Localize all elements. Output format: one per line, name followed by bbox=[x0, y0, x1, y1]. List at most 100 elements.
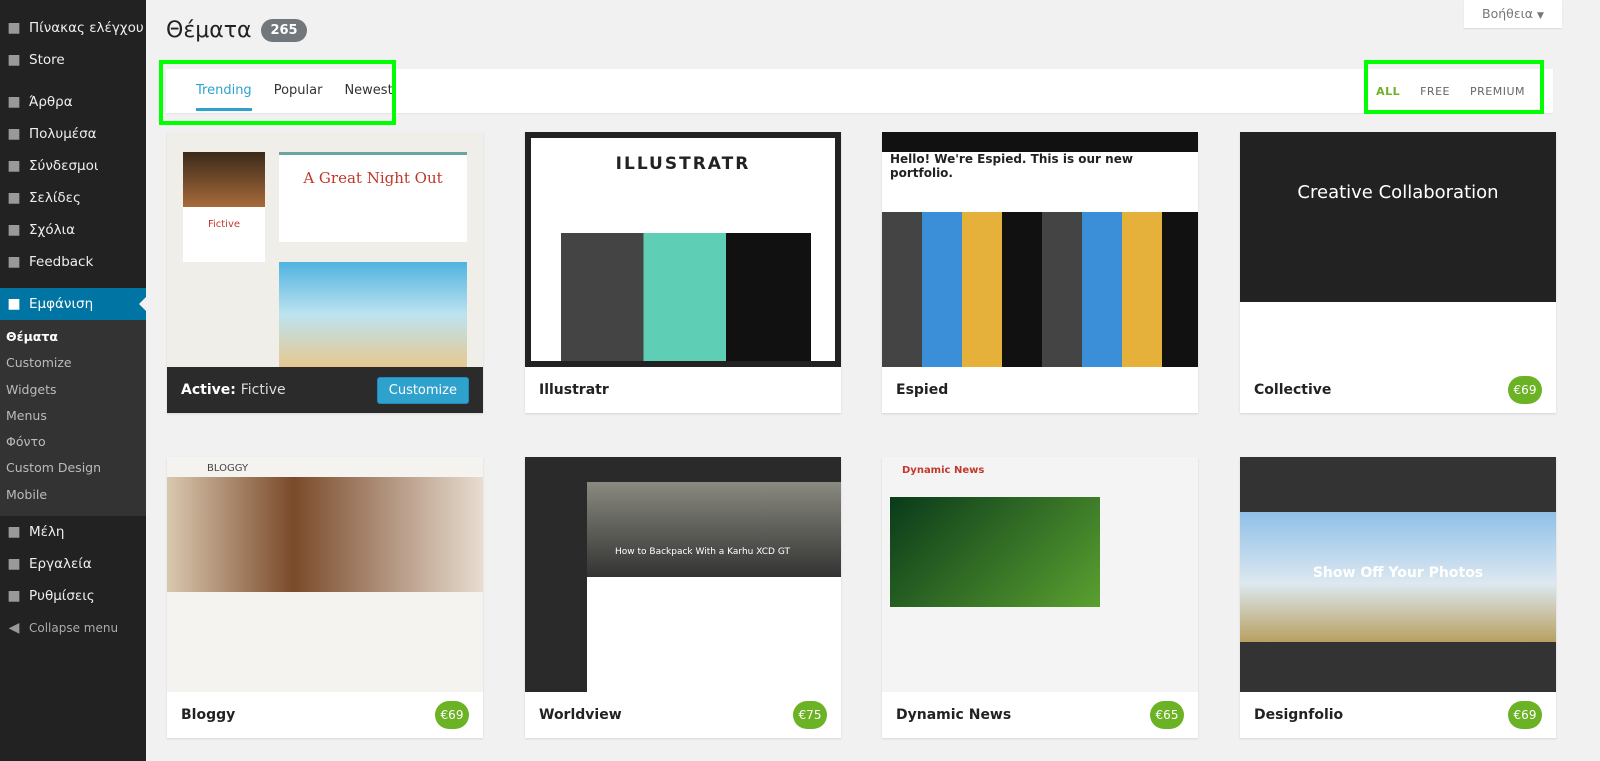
comments-icon: ■ bbox=[7, 222, 21, 238]
page-title: Θέματα 265 bbox=[166, 18, 307, 43]
theme-name: Espied bbox=[896, 382, 949, 398]
collapse-label: Collapse menu bbox=[29, 621, 119, 636]
theme-card[interactable]: ILLUSTRATR Illustratr bbox=[525, 132, 841, 413]
theme-screenshot: Creative Collaboration bbox=[1240, 132, 1556, 367]
theme-screenshot: Dynamic News bbox=[882, 457, 1198, 692]
sidebar-item-6[interactable]: ■ Σχόλια bbox=[0, 214, 146, 246]
filter-all[interactable]: ALL bbox=[1376, 69, 1400, 113]
link-icon: ■ bbox=[7, 158, 21, 174]
customize-button[interactable]: Customize bbox=[376, 376, 469, 404]
submenu-item-3[interactable]: Menus bbox=[0, 403, 146, 429]
tab-newest[interactable]: Newest bbox=[344, 69, 392, 113]
sidebar-item-label: Ρυθμίσεις bbox=[29, 588, 95, 605]
sidebar-item-1[interactable]: ■ Store bbox=[0, 44, 146, 76]
pages-icon: ■ bbox=[7, 190, 21, 206]
sidebar-item-label: Πολυμέσα bbox=[29, 126, 97, 142]
theme-headline: BLOGGY bbox=[207, 463, 249, 474]
wrench-icon: ■ bbox=[7, 556, 21, 573]
submenu-item-4[interactable]: Φόντο bbox=[0, 429, 146, 455]
price-badge: €65 bbox=[1150, 701, 1184, 729]
theme-name: Worldview bbox=[539, 707, 622, 723]
submenu-item-5[interactable]: Custom Design bbox=[0, 455, 146, 481]
theme-headline: Show Off Your Photos bbox=[1312, 565, 1484, 581]
sidebar-item-label: Store bbox=[29, 52, 65, 68]
theme-screenshot: BLOGGY bbox=[167, 457, 483, 692]
appearance-submenu: Θέματα Customize Widgets Menus Φόντο Custom D… bbox=[0, 320, 146, 517]
sidebar-item-label: Εργαλεία bbox=[29, 556, 92, 573]
theme-screenshot: Hello! We're Espied. This is our new por… bbox=[882, 132, 1198, 367]
filter-premium[interactable]: PREMIUM bbox=[1470, 69, 1525, 113]
theme-count-badge: 265 bbox=[261, 19, 307, 42]
submenu-item-0[interactable]: Θέματα bbox=[0, 324, 146, 350]
sidebar-item-3[interactable]: ■ Πολυμέσα bbox=[0, 118, 146, 150]
price-badge: €75 bbox=[793, 701, 827, 729]
price-badge: €69 bbox=[435, 701, 469, 729]
sidebar-item-label: Εμφάνιση bbox=[29, 296, 94, 312]
theme-card[interactable]: Hello! We're Espied. This is our new por… bbox=[882, 132, 1198, 413]
page-title-text: Θέματα bbox=[166, 18, 252, 43]
sidebar-item-8[interactable]: ■ Εμφάνιση bbox=[0, 288, 146, 320]
cart-icon: ■ bbox=[7, 52, 21, 68]
sidebar-item-7[interactable]: ■ Feedback bbox=[0, 246, 146, 278]
theme-card[interactable]: How to Backpack With a Karhu XCD GT Worl… bbox=[525, 457, 841, 738]
submenu-item-1[interactable]: Customize bbox=[0, 350, 146, 376]
sidebar-item-label: Σύνδεσμοι bbox=[29, 158, 99, 174]
sidebar-item-1[interactable]: ■ Εργαλεία bbox=[0, 548, 146, 580]
filter-free[interactable]: FREE bbox=[1420, 69, 1450, 113]
theme-name: Bloggy bbox=[181, 707, 236, 723]
theme-name: Collective bbox=[1254, 382, 1332, 398]
sidebar-item-label: Feedback bbox=[29, 254, 94, 270]
theme-filter-bar: Trending Popular Newest ALL FREE PREMIUM bbox=[166, 69, 1553, 113]
theme-headline: ILLUSTRATR bbox=[615, 154, 751, 174]
theme-headline: Hello! We're Espied. This is our new por… bbox=[882, 152, 1198, 212]
caret-down-icon: ▼ bbox=[1537, 11, 1544, 21]
theme-screenshot: Fictive A Great Night Out bbox=[167, 132, 483, 367]
sidebar-item-5[interactable]: ■ Σελίδες bbox=[0, 182, 146, 214]
theme-headline: A Great Night Out bbox=[303, 169, 443, 187]
submenu-item-2[interactable]: Widgets bbox=[0, 377, 146, 403]
collapse-menu-button[interactable]: ◀ Collapse menu bbox=[0, 612, 146, 644]
dashboard-icon: ■ bbox=[7, 20, 21, 36]
sidebar-item-label: Πίνακας ελέγχου bbox=[29, 20, 144, 36]
theme-screenshot: How to Backpack With a Karhu XCD GT bbox=[525, 457, 841, 692]
theme-headline: Dynamic News bbox=[902, 465, 985, 476]
pin-icon: ■ bbox=[7, 94, 21, 110]
theme-card[interactable]: Creative Collaboration Collective €69 bbox=[1240, 132, 1556, 413]
collapse-icon: ◀ bbox=[8, 620, 20, 637]
sidebar-item-2[interactable]: ■ Ρυθμίσεις bbox=[0, 580, 146, 612]
sidebar-item-0[interactable]: ■ Μέλη bbox=[0, 516, 146, 548]
sidebar-item-0[interactable]: ■ Πίνακας ελέγχου bbox=[0, 12, 146, 44]
help-label: Βοήθεια bbox=[1482, 6, 1534, 21]
theme-name: Illustratr bbox=[539, 382, 609, 398]
sidebar-item-4[interactable]: ■ Σύνδεσμοι bbox=[0, 150, 146, 182]
user-icon: ■ bbox=[7, 524, 21, 541]
admin-sidebar: ■ Πίνακας ελέγχου ■ Store ■ Άρθρα ■ Πολυμέσα ■ Σύ… bbox=[0, 0, 146, 761]
help-button[interactable]: Βοήθεια ▼ bbox=[1464, 0, 1562, 28]
brush-icon: ■ bbox=[7, 296, 21, 312]
tab-popular[interactable]: Popular bbox=[274, 69, 323, 113]
active-theme-label: Active: Fictive bbox=[181, 382, 286, 398]
theme-headline: How to Backpack With a Karhu XCD GT bbox=[615, 547, 790, 557]
theme-headline: Creative Collaboration bbox=[1297, 182, 1499, 203]
media-icon: ■ bbox=[7, 126, 21, 142]
sidebar-item-label: Άρθρα bbox=[29, 94, 73, 110]
main-content: Θέματα 265 Βοήθεια ▼ Trending Popular New… bbox=[146, 0, 1600, 761]
submenu-item-6[interactable]: Mobile bbox=[0, 482, 146, 508]
sidebar-item-label: Σελίδες bbox=[29, 190, 81, 206]
sidebar-item-2[interactable]: ■ Άρθρα bbox=[0, 86, 146, 118]
sidebar-item-label: Σχόλια bbox=[29, 222, 76, 238]
settings-icon: ■ bbox=[7, 588, 21, 605]
tab-trending[interactable]: Trending bbox=[196, 69, 252, 113]
feedback-icon: ■ bbox=[7, 254, 21, 270]
price-badge: €69 bbox=[1508, 701, 1542, 729]
sidebar-item-label: Μέλη bbox=[29, 524, 65, 541]
theme-screenshot: ILLUSTRATR bbox=[525, 132, 841, 367]
price-badge: €69 bbox=[1508, 376, 1542, 404]
theme-card-fictive[interactable]: Fictive A Great Night Out Active: Fictiv… bbox=[167, 132, 483, 413]
theme-card[interactable]: BLOGGY Bloggy €69 bbox=[167, 457, 483, 738]
theme-name: Designfolio bbox=[1254, 707, 1344, 723]
theme-card[interactable]: Dynamic News Dynamic News €65 bbox=[882, 457, 1198, 738]
theme-screenshot: Show Off Your Photos bbox=[1240, 457, 1556, 692]
theme-name: Dynamic News bbox=[896, 707, 1012, 723]
theme-card[interactable]: Show Off Your Photos Designfolio €69 bbox=[1240, 457, 1556, 738]
